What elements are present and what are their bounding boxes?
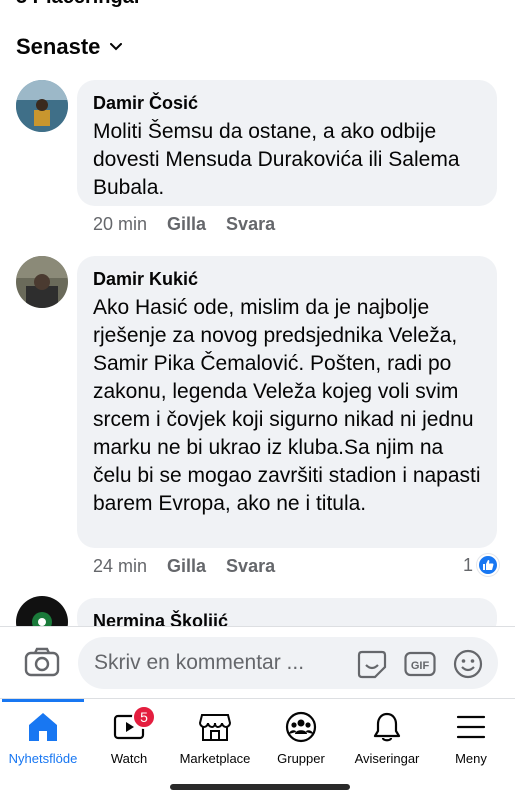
comment-time: 20 min — [93, 214, 148, 234]
tab-groups[interactable]: Grupper — [258, 699, 344, 779]
tab-menu[interactable]: Meny — [428, 699, 514, 779]
home-icon — [29, 713, 57, 741]
avatar[interactable] — [16, 256, 68, 308]
sticker-icon[interactable] — [356, 649, 388, 679]
tab-marketplace[interactable]: Marketplace — [172, 699, 258, 779]
menu-icon — [456, 715, 486, 739]
thumbs-up-icon — [477, 554, 499, 576]
comment-author[interactable]: Damir Kukić — [93, 268, 481, 290]
tab-notifications[interactable]: Aviseringar — [344, 699, 430, 779]
comment-bubble: Damir Kukić Ako Hasić ode, mislim da je … — [77, 256, 497, 548]
like-button[interactable]: Gilla — [167, 214, 206, 235]
tab-label: Aviseringar — [354, 751, 420, 766]
groups-icon — [285, 711, 317, 743]
tab-label: Meny — [455, 751, 487, 766]
reaction-count: 1 — [462, 554, 473, 575]
like-button[interactable]: Gilla — [167, 556, 206, 577]
comment-composer: Skriv en kommentar ... GIF — [0, 626, 515, 698]
emoji-icon[interactable] — [452, 649, 484, 679]
tab-label: Grupper — [277, 751, 325, 766]
reply-button[interactable]: Svara — [226, 556, 275, 577]
camera-icon[interactable] — [24, 647, 60, 677]
gif-label: GIF — [411, 660, 430, 672]
reaction-summary[interactable]: 1 — [463, 554, 499, 576]
section-header-cut: 3 Placeringar — [16, 0, 142, 9]
comment-text: Ako Hasić ode, mislim da je najbolje rje… — [93, 296, 481, 515]
avatar[interactable] — [16, 80, 68, 132]
tab-watch[interactable]: 5 Watch — [86, 699, 172, 779]
comment-bubble: Damir Čosić Moliti Šemsu da ostane, a ak… — [77, 80, 497, 206]
notification-badge: 5 — [132, 705, 156, 729]
comment-input[interactable]: Skriv en kommentar ... GIF — [78, 637, 498, 689]
comment-actions: 20 min Gilla Svara — [93, 214, 275, 235]
comment-placeholder: Skriv en kommentar ... — [94, 651, 305, 674]
bell-icon — [373, 712, 401, 742]
chevron-down-icon — [110, 43, 123, 51]
marketplace-icon — [198, 714, 232, 741]
comment-actions: 24 min Gilla Svara — [93, 556, 275, 577]
comment-time: 24 min — [93, 556, 148, 576]
tab-label: Nyhetsflöde — [8, 751, 78, 766]
tab-newsfeed[interactable]: Nyhetsflöde — [0, 699, 86, 779]
active-tab-indicator — [2, 699, 84, 702]
tab-label: Marketplace — [179, 751, 251, 766]
sort-selector[interactable]: Senaste — [16, 34, 123, 60]
tab-label: Watch — [110, 751, 148, 766]
home-indicator[interactable] — [170, 784, 350, 790]
reply-button[interactable]: Svara — [226, 214, 275, 235]
comment-text: Moliti Šemsu da ostane, a ako odbije dov… — [93, 120, 460, 199]
gif-icon[interactable]: GIF — [404, 649, 436, 679]
comment-author[interactable]: Damir Čosić — [93, 92, 481, 114]
sort-label: Senaste — [16, 34, 101, 59]
